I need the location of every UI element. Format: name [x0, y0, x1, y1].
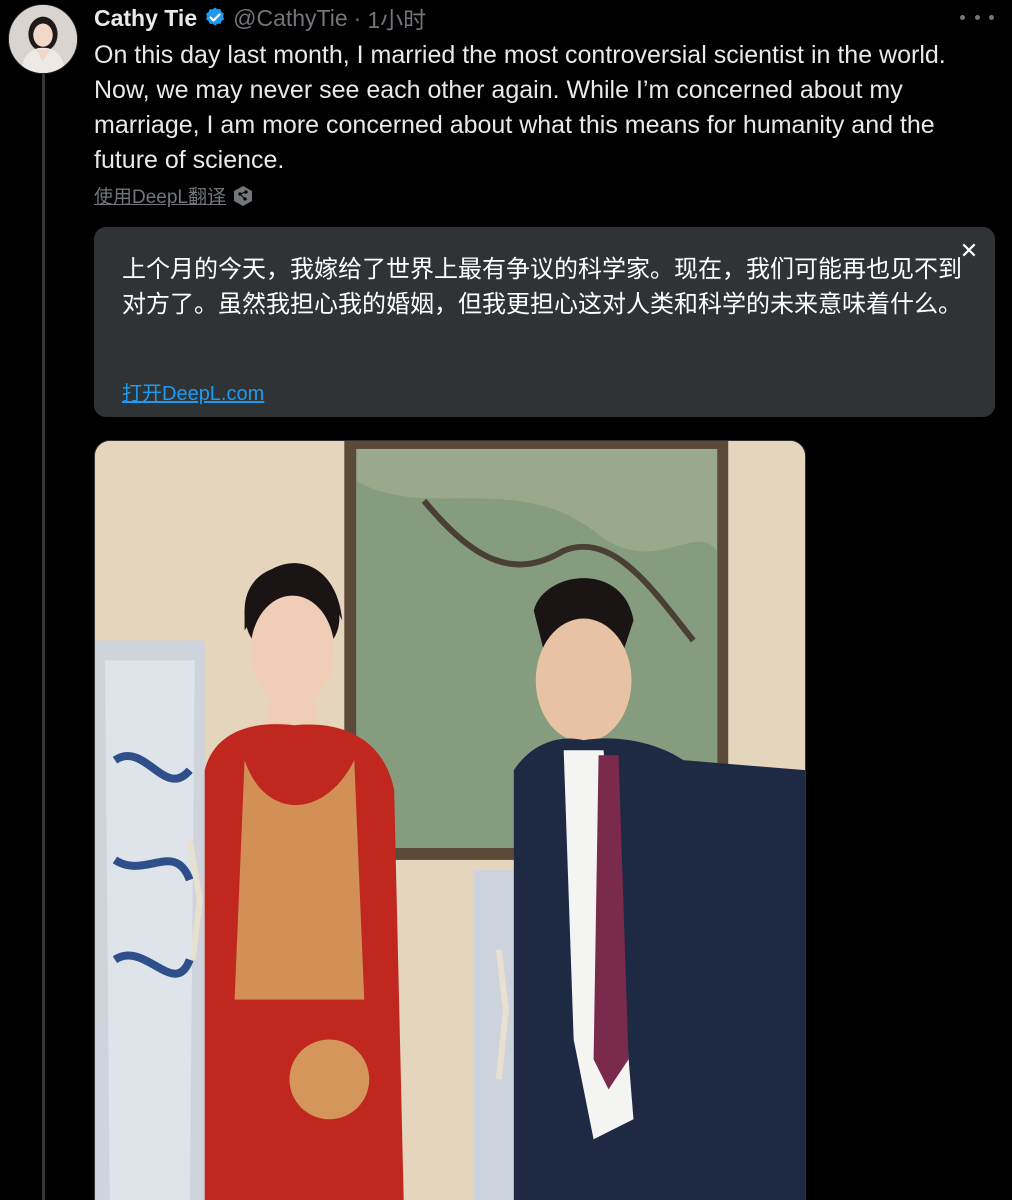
close-icon[interactable]: ✕	[957, 239, 981, 263]
verified-badge-icon	[206, 7, 225, 26]
author-handle[interactable]: @CathyTie	[233, 5, 348, 32]
open-deepl-link[interactable]: 打开DeepL.com	[122, 377, 264, 406]
thread-line	[42, 74, 45, 1200]
tweet-photo[interactable]	[94, 440, 806, 1200]
wedding-photo-icon	[95, 441, 805, 1200]
author-name[interactable]: Cathy Tie	[94, 5, 197, 32]
translate-with-deepl-link[interactable]: 使用DeepL翻译	[94, 182, 254, 209]
tweet-header: Cathy Tie @CathyTie · 1小时	[94, 2, 426, 34]
timestamp[interactable]: 1小时	[367, 1, 426, 35]
translate-link-label: 使用DeepL翻译	[94, 187, 226, 208]
separator-dot: ·	[353, 4, 362, 31]
tweet-text: On this day last month, I married the mo…	[94, 41, 946, 174]
translated-text: 上个月的今天，我嫁给了世界上最有争议的科学家。现在，我们可能再也见不到对方了。虽…	[122, 255, 962, 318]
translation-panel: 上个月的今天，我嫁给了世界上最有争议的科学家。现在，我们可能再也见不到对方了。虽…	[94, 227, 995, 417]
avatar[interactable]	[8, 4, 78, 74]
deepl-icon	[234, 185, 252, 206]
profile-photo-icon	[9, 5, 77, 73]
tweet: Cathy Tie @CathyTie · 1小时 On this day la…	[0, 0, 1012, 1200]
more-options-icon[interactable]	[960, 6, 994, 28]
